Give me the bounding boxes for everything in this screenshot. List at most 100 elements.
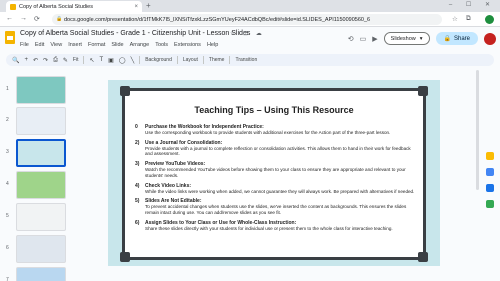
slide-thumbnail-selected[interactable] [16,139,66,167]
layout-button[interactable]: Layout [183,57,198,63]
line-icon[interactable]: ╲ [131,57,135,64]
slide-thumbnail[interactable] [16,235,66,263]
menu-tools[interactable]: Tools [155,42,168,48]
maps-icon[interactable] [486,200,494,208]
frame-corner [120,86,130,96]
browser-profile-avatar[interactable] [485,15,494,24]
slide-filmstrip: 1 2 3 4 5 6 7 [0,70,70,281]
tip-heading: Check Video Links: [145,182,192,189]
tasks-icon[interactable] [486,168,494,176]
toolbar-divider [202,56,204,64]
filmstrip-slide-2[interactable]: 2 [4,107,70,135]
tip-item: 0 Purchase the Workbook for Independent P… [135,124,419,136]
menu-file[interactable]: File [20,42,29,48]
forward-arrow-icon[interactable]: → [20,15,27,22]
undo-icon[interactable]: ↶ [33,57,38,64]
tip-body: Use the corresponding workbook to provid… [145,130,391,135]
menu-extensions[interactable]: Extensions [174,42,201,48]
window-controls[interactable]: – ☐ ✕ [449,1,496,8]
slide-thumbnail[interactable] [16,171,66,199]
frame-corner [418,86,428,96]
search-menus-icon[interactable]: 🔍 [12,57,19,64]
title-action-icons[interactable]: ☆ ⊡ ☁ [230,30,265,37]
filmstrip-slide-3[interactable]: 3 [4,139,70,167]
slide-number: 2 [6,117,9,123]
menu-view[interactable]: View [50,42,62,48]
tip-heading: Use a Journal for Consolidation: [145,139,223,146]
extensions-icon[interactable]: ⧉ [466,15,471,23]
print-icon[interactable]: ⎙ [53,57,58,64]
browser-tab-strip: Copy of Alberta Social Studies × + – ☐ ✕ [0,0,500,12]
slide-frame: Teaching Tips – Using This Resource 0 Pur… [120,86,428,262]
tip-number: 3) [135,161,140,168]
menu-insert[interactable]: Insert [68,42,82,48]
redo-icon[interactable]: ↷ [43,57,48,64]
share-button[interactable]: 🔒 Share [435,32,478,45]
filmstrip-slide-5[interactable]: 5 [4,203,70,231]
keep-icon[interactable] [486,152,494,160]
shape-icon[interactable]: ◯ [119,57,126,64]
theme-button[interactable]: Theme [209,57,225,63]
address-bar-row: ← → ⟳ 🔒 docs.google.com/presentation/d/1… [0,12,500,27]
filmstrip-slide-6[interactable]: 6 [4,235,70,263]
text-box-icon[interactable]: T [100,57,104,63]
menu-format[interactable]: Format [88,42,105,48]
menu-arrange[interactable]: Arrange [130,42,150,48]
filmstrip-slide-7[interactable]: 7 [4,267,70,281]
slide-thumbnail[interactable] [16,267,66,281]
transition-button[interactable]: Transition [235,57,257,63]
lock-icon: 🔒 [56,16,63,22]
chevron-down-icon[interactable]: ▾ [420,36,423,42]
tip-item: 2) Use a Journal for Consolidation: Provi… [135,140,419,157]
header-actions: ⟲ ▭ ▶ Slideshow ▾ 🔒 Share [348,32,496,45]
slide-number: 6 [6,245,9,251]
zoom-select[interactable]: Fit [73,57,79,63]
slide-thumbnail[interactable] [16,76,66,104]
tip-item: 5) Slides Are Not Editable: To prevent ac… [135,198,419,215]
browser-tab[interactable]: Copy of Alberta Social Studies × [6,1,142,12]
filmstrip-slide-1[interactable]: 1 [4,76,70,104]
slide-number: 1 [6,86,9,92]
slideshow-button[interactable]: Slideshow ▾ [383,32,430,45]
new-tab-button[interactable]: + [146,1,151,10]
new-slide-icon[interactable]: + [24,57,28,63]
contacts-icon[interactable] [486,184,494,192]
toolbar-divider [139,56,141,64]
paint-format-icon[interactable]: ✎ [63,57,68,64]
background-button[interactable]: Background [145,57,172,63]
slides-logo-icon[interactable] [5,31,15,44]
menu-help[interactable]: Help [207,42,218,48]
version-history-icon[interactable]: ⟲ [348,35,354,43]
canvas-scrollbar[interactable] [476,70,479,190]
frame-corner [120,252,130,262]
slide-thumbnail[interactable] [16,203,66,231]
meet-icon[interactable]: ▶ [372,35,377,43]
current-slide[interactable]: Teaching Tips – Using This Resource 0 Pur… [108,80,440,266]
docs-header: Copy of Alberta Social Studies - Grade 1… [0,27,500,53]
slide-title: Teaching Tips – Using This Resource [194,105,354,115]
image-icon[interactable]: ▣ [108,57,114,64]
tab-close-icon[interactable]: × [134,4,138,10]
document-title[interactable]: Copy of Alberta Social Studies - Grade 1… [20,30,250,37]
slide-number: 5 [6,213,9,219]
select-tool-icon[interactable]: ↖ [89,57,94,64]
slide-number: 3 [6,149,9,155]
tip-heading: Assign Slides to Your Class or Use for W… [145,219,297,226]
menu-slide[interactable]: Slide [111,42,123,48]
back-arrow-icon[interactable]: ← [6,15,13,22]
tip-body: To prevent accidental changes when stude… [145,204,407,216]
reload-icon[interactable]: ⟳ [34,15,40,23]
tip-number: 0 [135,124,138,130]
tip-number: 5) [135,198,140,205]
bookmark-star-icon[interactable]: ☆ [452,15,458,23]
filmstrip-slide-4[interactable]: 4 [4,171,70,199]
toolbar-divider [176,56,178,64]
slide-thumbnail[interactable] [16,107,66,135]
comments-icon[interactable]: ▭ [360,35,367,43]
tip-number: 2) [135,139,140,146]
url-bar[interactable]: 🔒 docs.google.com/presentation/d/1fTMkK7… [52,14,442,25]
menu-edit[interactable]: Edit [35,42,44,48]
frame-corner [418,252,428,262]
slides-favicon-icon [10,3,16,10]
user-avatar[interactable] [484,32,496,45]
